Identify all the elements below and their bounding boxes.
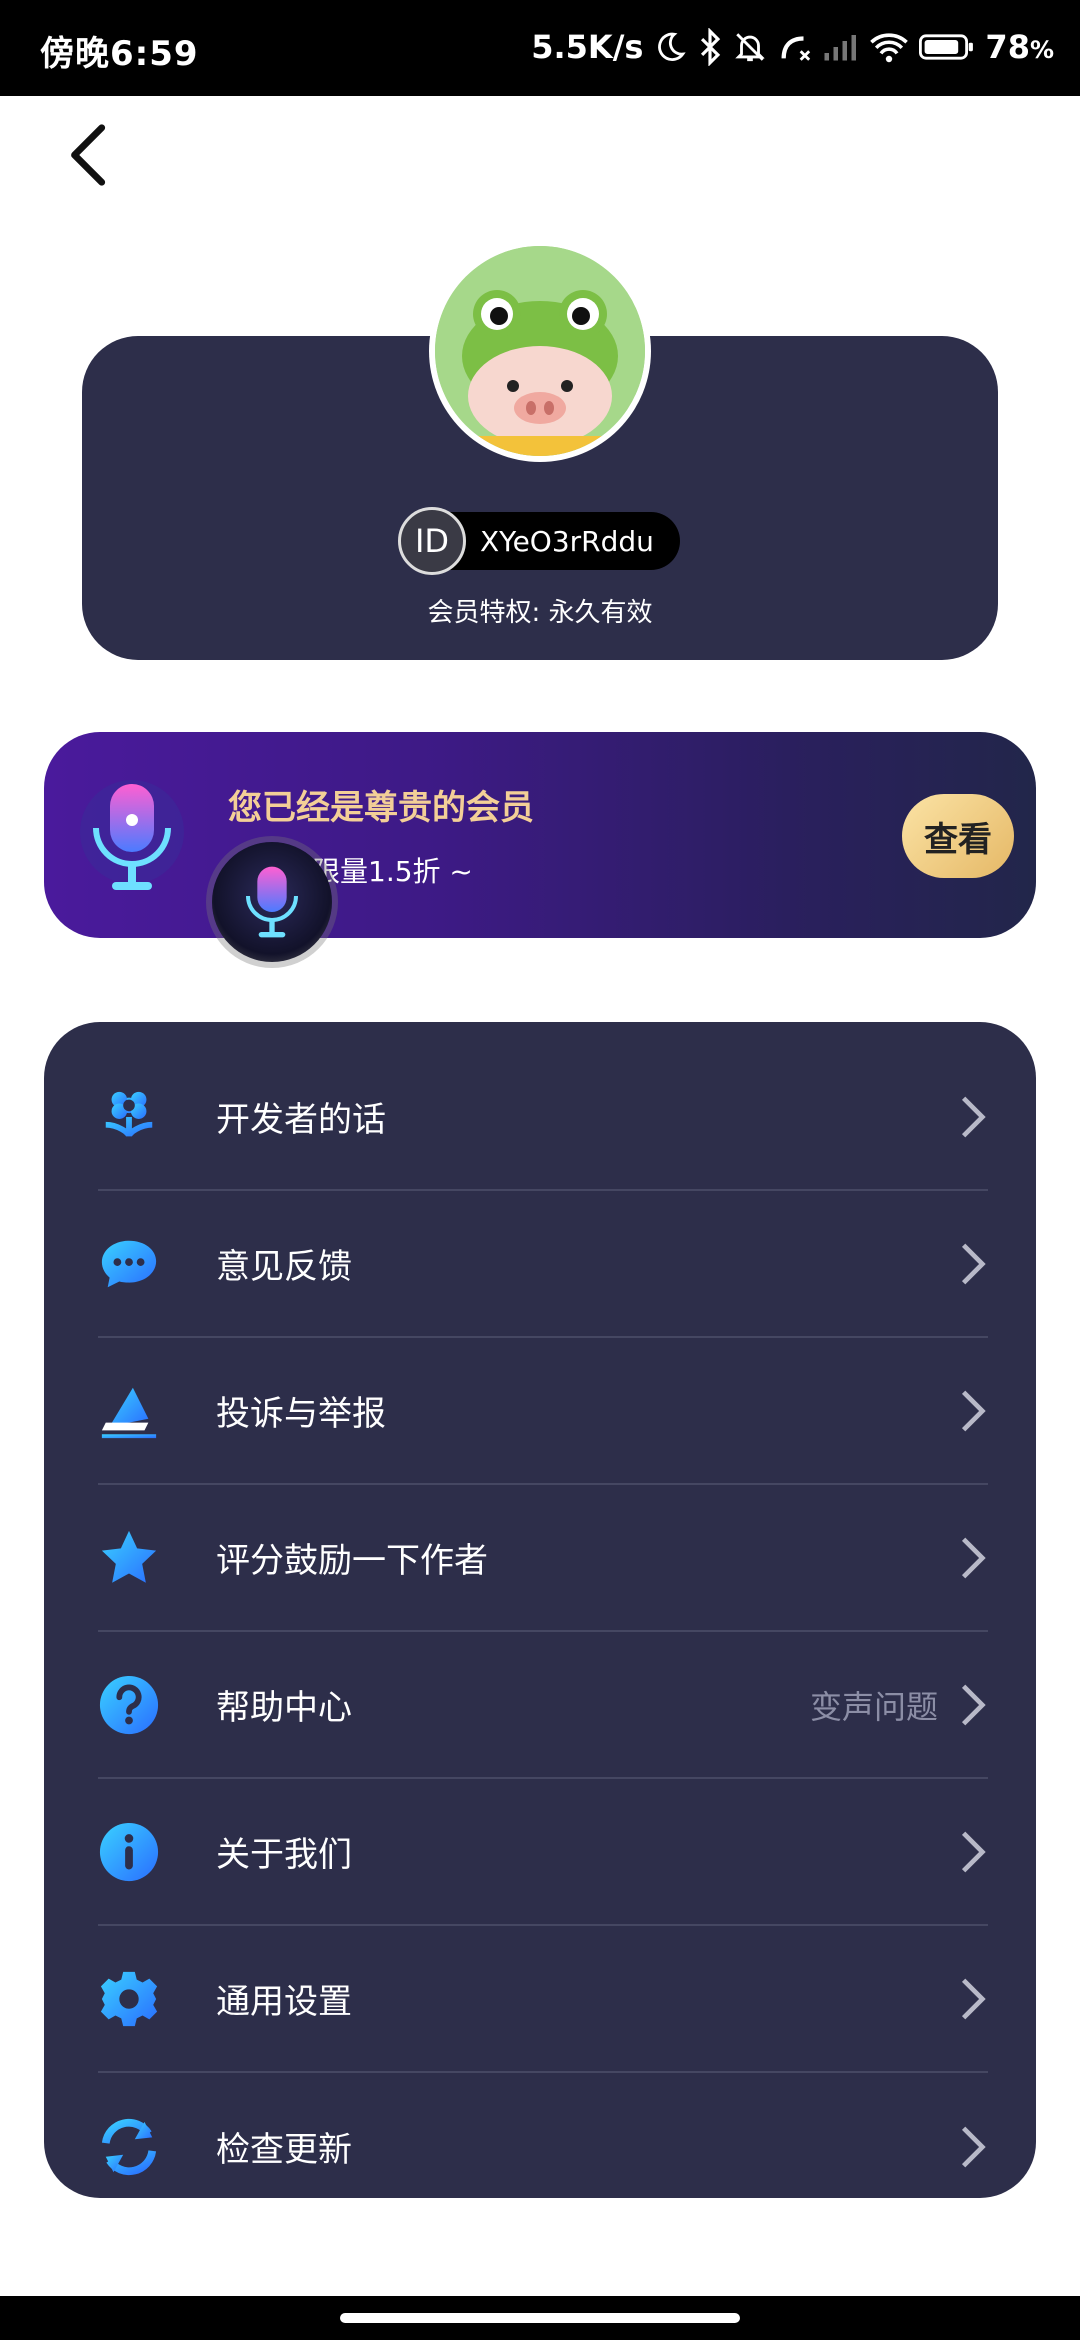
pig-frog-avatar-image (435, 246, 645, 456)
menu-item-about-us[interactable]: 关于我们 (98, 1779, 988, 1926)
microphone-icon (72, 772, 192, 902)
flower-icon (98, 1086, 160, 1148)
menu-card: 开发者的话 意见反馈 投诉与举报 评分鼓励一下作者 帮助中心 变声问题 关于我们… (44, 1022, 1036, 2198)
vip-title: 您已经是尊贵的会员 (228, 788, 534, 828)
menu-item-developer-words[interactable]: 开发者的话 (98, 1044, 988, 1191)
menu-item-label: 意见反馈 (216, 1247, 352, 1287)
mute-bell-icon (733, 29, 767, 65)
help-icon (98, 1674, 160, 1736)
floating-microphone-button[interactable] (212, 842, 332, 962)
menu-item-label: 关于我们 (216, 1835, 352, 1875)
menu-item-label: 开发者的话 (216, 1100, 386, 1140)
battery-level: 78 (985, 28, 1030, 66)
menu-item-check-update[interactable]: 检查更新 (98, 2073, 988, 2220)
menu-item-label: 检查更新 (216, 2130, 352, 2170)
menu-item-feedback[interactable]: 意见反馈 (98, 1191, 988, 1338)
star-icon (98, 1527, 160, 1589)
chevron-right-icon (961, 1831, 986, 1872)
user-id-text: XYeO3rRddu (480, 524, 654, 558)
report-flag-icon (98, 1380, 160, 1442)
user-id-pill[interactable]: ID XYeO3rRddu (398, 507, 680, 575)
menu-item-rate-author[interactable]: 评分鼓励一下作者 (98, 1485, 988, 1632)
chevron-right-icon (961, 1537, 986, 1578)
microphone-icon (246, 866, 298, 938)
vip-view-button[interactable]: 查看 (902, 794, 1014, 878)
home-indicator[interactable] (340, 2313, 740, 2323)
vip-validity-text: 会员特权: 永久有效 (427, 598, 653, 628)
chevron-right-icon (961, 2126, 986, 2167)
settings-gear-icon (98, 1968, 160, 2030)
moon-icon (653, 30, 687, 64)
call-forward-icon (777, 30, 813, 64)
back-button[interactable] (62, 120, 122, 190)
vip-banner[interactable]: 您已经是尊贵的会员 享会员限量1.5折 ~ 查看 (44, 732, 1036, 938)
chevron-right-icon (961, 1096, 986, 1137)
wifi-icon (869, 31, 909, 63)
menu-item-report[interactable]: 投诉与举报 (98, 1338, 988, 1485)
status-bar: 傍晚6:59 5.5K/s 78% (0, 0, 1080, 96)
info-icon (98, 1821, 160, 1883)
menu-item-extra: 变声问题 (809, 1687, 938, 1726)
signal-icon (823, 32, 859, 62)
menu-item-label: 投诉与举报 (216, 1394, 386, 1434)
chat-bubble-icon (98, 1233, 160, 1295)
status-time: 傍晚6:59 (40, 34, 199, 74)
refresh-icon (98, 2116, 160, 2178)
menu-item-label: 评分鼓励一下作者 (216, 1541, 488, 1581)
chevron-left-icon (71, 124, 106, 186)
chevron-right-icon (961, 1978, 986, 2019)
chevron-right-icon (961, 1684, 986, 1725)
net-speed: 5.5K/s (531, 28, 644, 66)
chevron-right-icon (961, 1243, 986, 1284)
menu-item-label: 通用设置 (216, 1982, 352, 2022)
chevron-right-icon (961, 1390, 986, 1431)
menu-item-general-settings[interactable]: 通用设置 (98, 1926, 988, 2073)
bluetooth-icon (697, 28, 723, 66)
menu-item-label: 帮助中心 (216, 1688, 352, 1728)
status-icons: 5.5K/s 78% (531, 22, 1054, 72)
avatar[interactable] (429, 240, 651, 462)
battery-icon (919, 32, 975, 62)
battery-unit: % (1029, 36, 1054, 64)
menu-item-help-center[interactable]: 帮助中心 变声问题 (98, 1632, 988, 1779)
id-badge: ID (398, 507, 466, 575)
